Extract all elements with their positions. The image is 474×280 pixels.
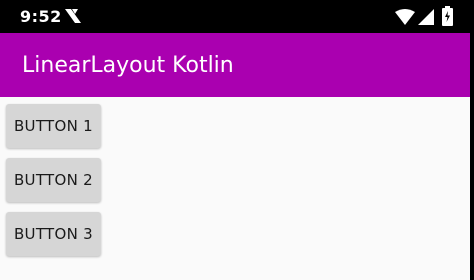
android-screen: 9:52 LinearLayout Kotlin BUTTON 1 BUTTON… (0, 0, 470, 280)
battery-charging-icon (442, 6, 453, 26)
status-bar: 9:52 (0, 0, 470, 33)
button-3[interactable]: BUTTON 3 (6, 212, 101, 256)
app-title: LinearLayout Kotlin (22, 53, 234, 78)
notification-icon (65, 9, 81, 23)
screen-edge (470, 0, 474, 280)
cell-signal-icon (418, 9, 434, 25)
button-1[interactable]: BUTTON 1 (6, 104, 101, 148)
button-2[interactable]: BUTTON 2 (6, 158, 101, 202)
status-time: 9:52 (20, 7, 62, 26)
app-bar: LinearLayout Kotlin (0, 33, 470, 97)
wifi-icon (395, 9, 415, 25)
